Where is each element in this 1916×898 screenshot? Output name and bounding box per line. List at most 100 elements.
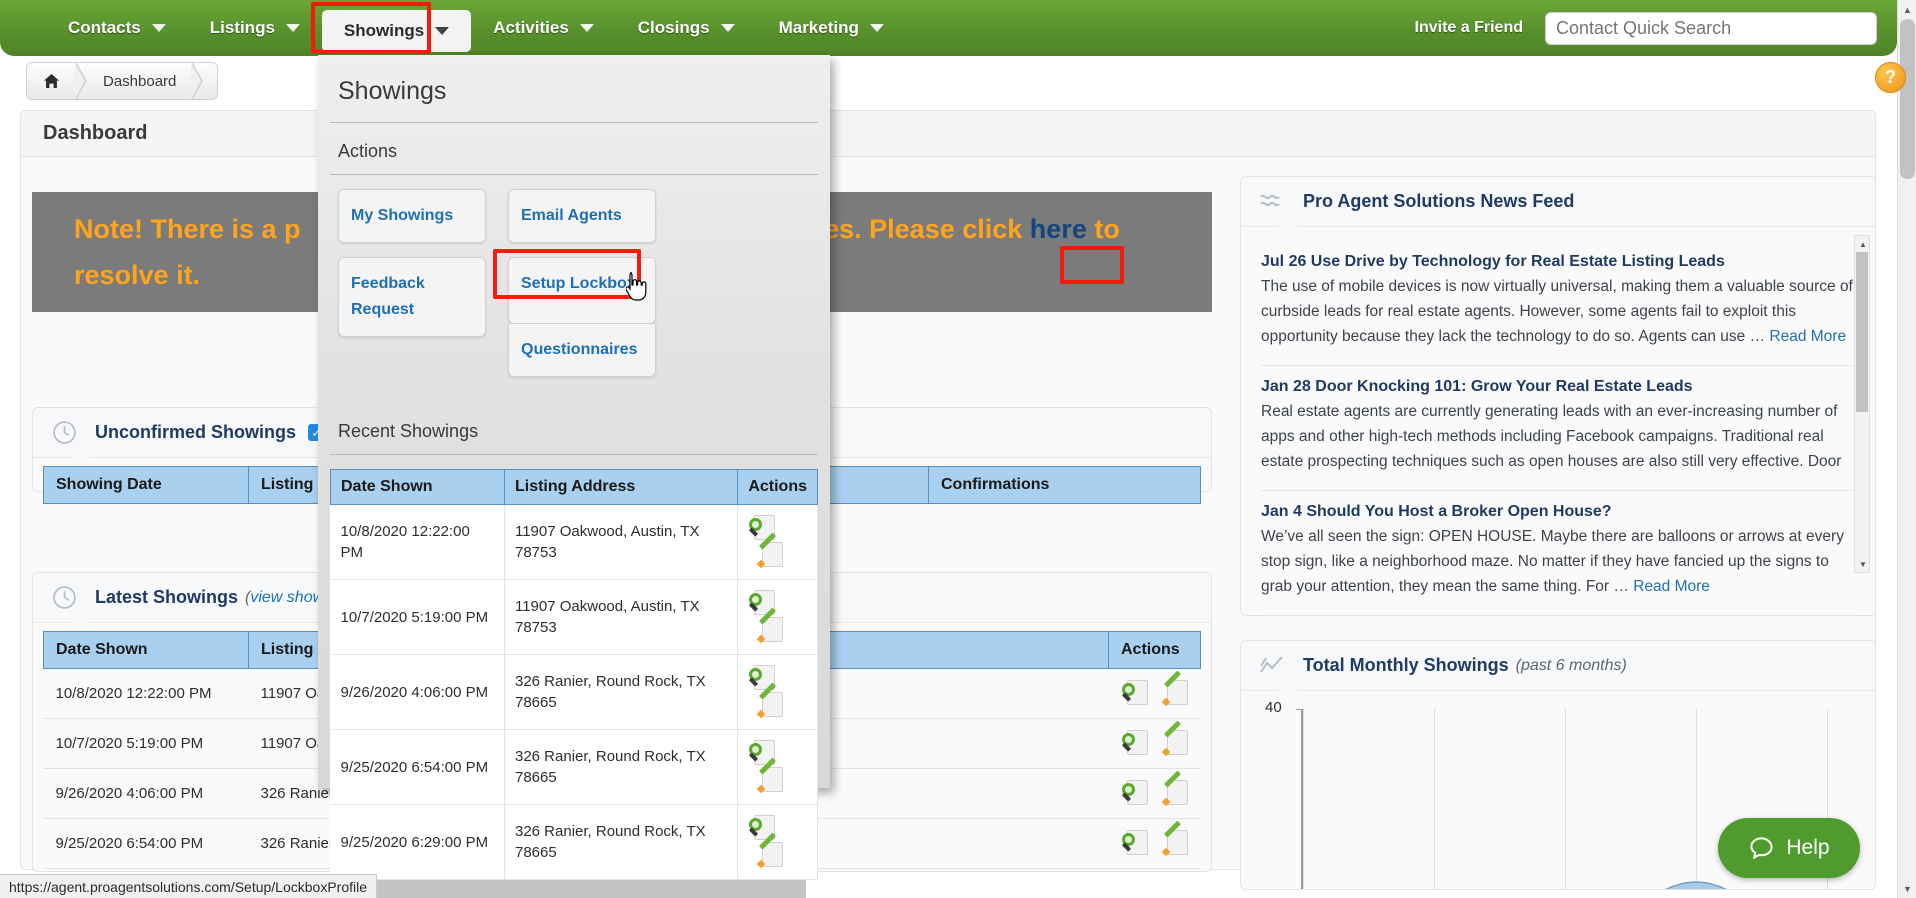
edit-showing-icon[interactable] — [756, 607, 784, 644]
cell-actions — [1108, 768, 1201, 819]
column-actions: Actions — [1108, 631, 1201, 669]
page-scrollbar[interactable]: ▲ ▼ — [1897, 0, 1916, 898]
cell-date-shown: 9/26/2020 4:06:00 PM — [330, 654, 505, 730]
cell-actions — [737, 504, 818, 580]
help-button[interactable]: Help — [1718, 818, 1860, 878]
news-body: The use of mobile devices is now virtual… — [1261, 274, 1855, 349]
dropdown-title: Showings — [330, 55, 818, 123]
news-feed-widget: Pro Agent Solutions News Feed Jul 26 Use… — [1240, 176, 1876, 616]
cell-date-shown: 9/25/2020 6:54:00 PM — [43, 818, 249, 869]
read-more-link[interactable]: Read More — [1769, 328, 1846, 345]
nav-item-showings[interactable]: Showings — [321, 9, 472, 52]
edit-showing-icon[interactable] — [756, 682, 784, 719]
page-title: Dashboard — [43, 122, 148, 144]
y-axis-tick-40: 40 — [1265, 699, 1282, 716]
scrollbar-thumb[interactable] — [1900, 19, 1915, 179]
scroll-down-arrow-icon[interactable]: ▼ — [1855, 556, 1871, 572]
edit-showing-icon[interactable] — [1161, 720, 1188, 757]
news-headline[interactable]: Jul 26 Use Drive by Technology for Real … — [1261, 253, 1855, 271]
top-navigation-bar: Contacts Listings Showings Activities Cl… — [0, 0, 1897, 56]
edit-showing-icon[interactable] — [756, 832, 784, 869]
news-headline[interactable]: Jan 4 Should You Host a Broker Open Hous… — [1261, 503, 1855, 521]
chevron-down-icon — [285, 24, 300, 32]
nav-item-contacts[interactable]: Contacts — [46, 0, 188, 56]
cell-actions — [1108, 668, 1201, 719]
cell-date-shown: 9/26/2020 4:06:00 PM — [43, 768, 249, 819]
table-row[interactable]: 9/26/2020 4:06:00 PM 326 Ranier, Round R… — [330, 654, 818, 730]
column-listing-address[interactable]: Listing Address — [503, 469, 739, 505]
table-row[interactable]: 10/8/2020 12:22:00 PM 11907 Oakwood, Aus… — [330, 504, 818, 580]
cell-date-shown: 10/7/2020 5:19:00 PM — [330, 579, 505, 655]
invite-a-friend-link[interactable]: Invite a Friend — [1415, 19, 1523, 37]
my-showings-button[interactable]: My Showings — [338, 189, 486, 243]
nav-label-marketing: Marketing — [778, 18, 859, 37]
column-date-shown[interactable]: Date Shown — [330, 469, 505, 505]
edit-showing-icon[interactable] — [1161, 670, 1188, 707]
cell-date-shown: 10/7/2020 5:19:00 PM — [43, 718, 249, 769]
list-item: Jan 28 Door Knocking 101: Grow Your Real… — [1261, 366, 1855, 491]
list-item: Jul 26 Use Drive by Technology for Real … — [1261, 241, 1855, 366]
questionnaires-button[interactable]: Questionnaires — [508, 324, 656, 377]
news-body: Real estate agents are currently generat… — [1261, 403, 1842, 470]
news-feed-title: Pro Agent Solutions News Feed — [1303, 191, 1575, 211]
scroll-down-arrow-icon[interactable]: ▼ — [1898, 879, 1916, 898]
cell-listing-address: 326 Ranier, Round Rock, TX 78665 — [504, 729, 739, 805]
line-chart-icon — [1241, 655, 1303, 677]
cell-date-shown: 10/8/2020 12:22:00 PM — [330, 504, 505, 580]
breadcrumb-home[interactable] — [27, 62, 76, 100]
column-confirmations[interactable]: Confirmations — [928, 466, 1201, 504]
status-bar-url: https://agent.proagentsolutions.com/Setu… — [0, 874, 377, 898]
dropdown-section-actions: Actions — [330, 123, 818, 175]
news-feed-scrollbar[interactable]: ▲ ▼ — [1854, 235, 1870, 573]
feed-icon — [1241, 191, 1303, 213]
edit-showing-icon[interactable] — [756, 532, 784, 569]
help-question-icon[interactable]: ? — [1875, 62, 1906, 93]
monthly-showings-subtitle: (past 6 months) — [1515, 656, 1627, 674]
edit-showing-icon[interactable] — [756, 757, 784, 794]
read-more-link[interactable]: Read More — [1633, 578, 1710, 595]
feedback-request-button[interactable]: Feedback Request — [338, 257, 486, 337]
nav-item-activities[interactable]: Activities — [471, 0, 616, 56]
edit-showing-icon[interactable] — [1161, 770, 1188, 807]
table-row[interactable]: 9/25/2020 6:29:00 PM 326 Ranier, Round R… — [330, 804, 818, 880]
news-body-text: The use of mobile devices is now virtual… — [1261, 278, 1853, 345]
clock-icon — [33, 585, 95, 610]
table-row[interactable]: 9/25/2020 6:54:00 PM 326 Ranier, Round R… — [330, 729, 818, 805]
cell-listing-address: 326 Ranier, Round Rock, TX 78665 — [504, 654, 739, 730]
view-showing-icon[interactable] — [1121, 680, 1148, 707]
chat-bubble-icon — [1750, 836, 1774, 859]
breadcrumb-current[interactable]: Dashboard — [87, 62, 192, 100]
showings-dropdown-menu: Showings Actions My Showings Feedback Re… — [318, 55, 830, 898]
contact-quick-search-input[interactable] — [1545, 11, 1877, 45]
nav-right-group: Invite a Friend — [1415, 0, 1877, 56]
view-showing-icon[interactable] — [1121, 780, 1148, 807]
nav-item-closings[interactable]: Closings — [616, 0, 757, 56]
view-showing-icon[interactable] — [1121, 730, 1148, 757]
cell-listing-address: 326 Ranier, Round Rock, TX 78665 — [504, 804, 739, 880]
chevron-down-icon — [435, 26, 450, 35]
column-showing-date[interactable]: Showing Date — [43, 466, 249, 504]
latest-showings-title: Latest Showings — [95, 587, 239, 607]
email-agents-button[interactable]: Email Agents — [508, 189, 656, 243]
dropdown-action-buttons: My Showings Feedback Request Email Agent… — [318, 175, 830, 377]
edit-showing-icon[interactable] — [1161, 820, 1188, 857]
monthly-showings-title: Total Monthly Showings — [1303, 655, 1509, 675]
cell-listing-address: 11907 Oakwood, Austin, TX 78753 — [504, 504, 739, 580]
news-headline[interactable]: Jan 28 Door Knocking 101: Grow Your Real… — [1261, 378, 1855, 396]
view-showing-icon[interactable] — [1121, 830, 1148, 857]
news-feed-header: Pro Agent Solutions News Feed — [1241, 177, 1875, 235]
warning-text-part1: Note! There is a p — [74, 214, 301, 244]
chevron-down-icon — [151, 24, 166, 32]
nav-label-activities: Activities — [493, 18, 569, 37]
cell-actions — [737, 804, 818, 880]
column-date-shown[interactable]: Date Shown — [43, 631, 249, 669]
scroll-up-arrow-icon[interactable]: ▲ — [1855, 236, 1871, 252]
table-header-row: Date Shown Listing Address Actions — [330, 469, 818, 505]
table-row[interactable]: 10/7/2020 5:19:00 PM 11907 Oakwood, Aust… — [330, 579, 818, 655]
main-menu: Contacts Listings Showings Activities Cl… — [46, 0, 906, 56]
lockbox-here-link[interactable]: here — [1030, 214, 1087, 244]
nav-item-listings[interactable]: Listings — [188, 0, 322, 56]
nav-item-marketing[interactable]: Marketing — [757, 0, 906, 56]
scrollbar-thumb[interactable] — [1856, 252, 1868, 412]
scroll-up-arrow-icon[interactable]: ▲ — [1898, 0, 1916, 19]
